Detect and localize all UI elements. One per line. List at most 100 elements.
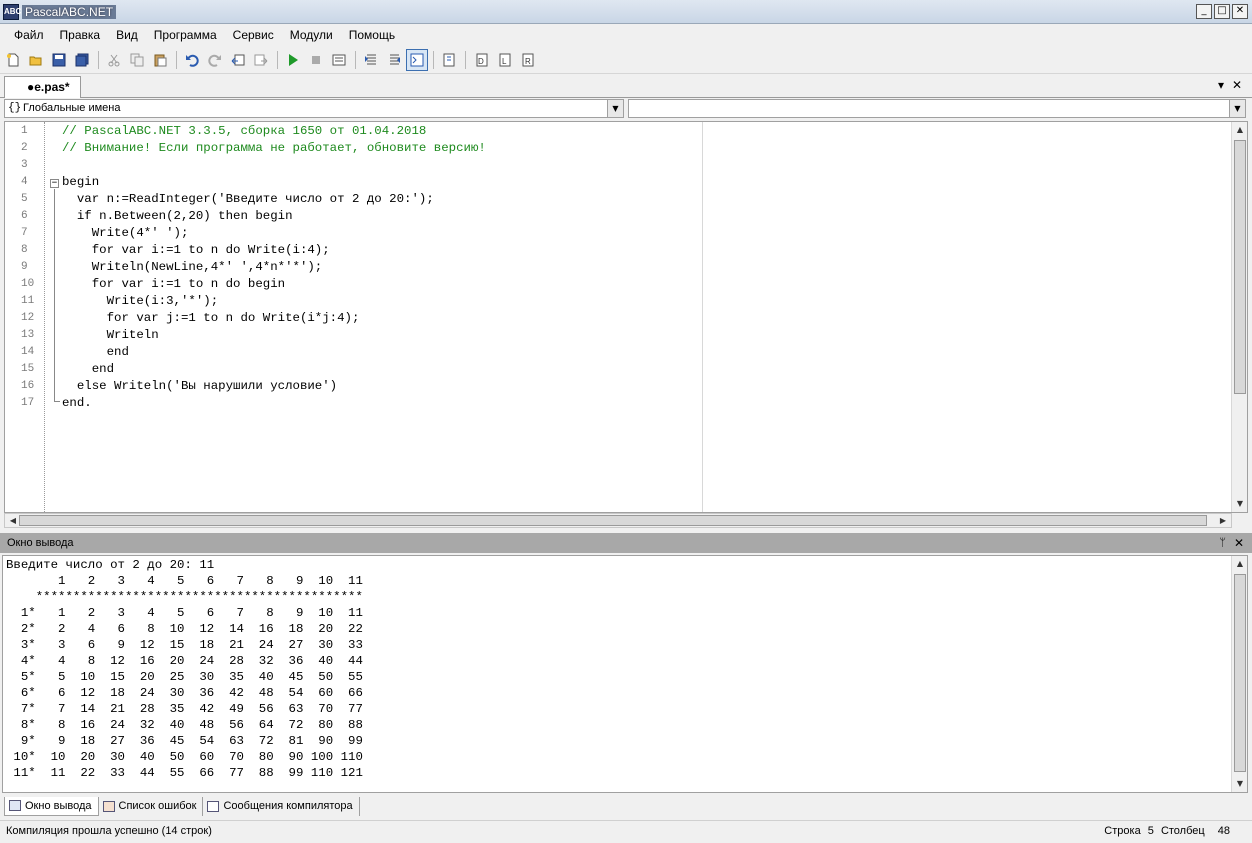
status-message: Компиляция прошла успешно (14 строк) <box>6 825 212 837</box>
cursor-position: Строка 5 Столбец 48 <box>1100 821 1230 842</box>
braces-icon: {} <box>8 102 22 114</box>
output-line: 2* 2 4 6 8 10 12 14 16 18 20 22 <box>6 622 363 636</box>
close-tab-icon[interactable]: ✕ <box>1232 78 1242 92</box>
line-number: 13 <box>21 329 35 341</box>
menu-service[interactable]: Сервис <box>225 24 282 46</box>
open-file-button[interactable] <box>25 49 47 71</box>
copy-icon <box>130 53 144 66</box>
debug-icon <box>443 53 455 66</box>
scroll-thumb[interactable] <box>1234 140 1246 394</box>
run-button[interactable] <box>282 49 304 71</box>
tab-list-dropdown-icon[interactable]: ▾ <box>1218 78 1224 92</box>
output-line: ****************************************… <box>6 590 363 604</box>
scope-select[interactable]: {} Глобальные имена ▼ <box>4 99 624 118</box>
save-button[interactable] <box>48 49 70 71</box>
form-designer-icon: D <box>476 53 488 66</box>
play-icon <box>289 53 298 66</box>
tab-e-pas[interactable]: ●e.pas* <box>4 76 81 98</box>
scroll-up-icon[interactable]: ▲ <box>1232 556 1247 572</box>
menu-file[interactable]: Файл <box>6 24 52 46</box>
stop-button[interactable] <box>305 49 327 71</box>
new-file-button[interactable] <box>2 49 24 71</box>
editor-vertical-scrollbar[interactable]: ▲ ▼ <box>1231 122 1247 512</box>
menu-help[interactable]: Помощь <box>341 24 403 46</box>
scroll-down-icon[interactable]: ▼ <box>1232 776 1247 792</box>
tab-label: Окно вывода <box>25 799 92 812</box>
line-number: 1 <box>21 125 28 137</box>
redo-button[interactable] <box>204 49 226 71</box>
code-line: Write(i:3,'*'); <box>62 294 219 308</box>
undo-button[interactable] <box>181 49 203 71</box>
open-folder-icon <box>29 56 42 65</box>
fold-toggle-icon[interactable]: − <box>50 179 59 188</box>
code-line: if n.Between(2,20) then begin <box>62 209 293 223</box>
cut-button[interactable] <box>103 49 125 71</box>
step-into-button[interactable] <box>360 49 382 71</box>
code-line: begin <box>62 175 100 189</box>
output-panel-header: Окно вывода ᛘ ✕ <box>0 533 1252 553</box>
copy-button[interactable] <box>126 49 148 71</box>
svg-text:R: R <box>525 57 531 66</box>
scroll-up-icon[interactable]: ▲ <box>1232 122 1247 138</box>
navigate-forward-icon <box>254 54 268 65</box>
output-line: 9* 9 18 27 36 45 54 63 72 81 90 99 <box>6 734 363 748</box>
line-number: 6 <box>21 210 28 222</box>
fold-line <box>54 189 55 401</box>
debug-button[interactable] <box>438 49 460 71</box>
output-vertical-scrollbar[interactable]: ▲ ▼ <box>1231 556 1247 792</box>
chevron-down-icon[interactable]: ▼ <box>1229 100 1245 117</box>
navigate-forward-button[interactable] <box>250 49 272 71</box>
column-value: 48 <box>1217 825 1230 837</box>
minimize-button[interactable]: _ <box>1196 4 1212 19</box>
line-number: 9 <box>21 261 28 273</box>
app-icon[interactable]: ABC <box>3 4 21 20</box>
code-line: Writeln(NewLine,4*' ',4*n*'*'); <box>62 260 323 274</box>
menu-program[interactable]: Программа <box>146 24 225 46</box>
menu-edit[interactable]: Правка <box>52 24 109 46</box>
navigate-back-button[interactable] <box>227 49 249 71</box>
line-number: 11 <box>21 295 35 307</box>
redo-icon <box>208 54 221 67</box>
toolbar: D L R <box>0 46 1252 74</box>
tab-error-list[interactable]: Список ошибок <box>99 796 204 816</box>
member-select[interactable]: ▼ <box>628 99 1246 118</box>
maximize-button[interactable]: □ <box>1214 4 1230 19</box>
scroll-thumb[interactable] <box>1234 574 1246 772</box>
document-tab-strip: ●e.pas* ▾ ✕ <box>0 74 1252 98</box>
editor-horizontal-scrollbar[interactable]: ◀ ▶ <box>4 513 1232 528</box>
code-editor[interactable]: 1 2 3 4 5 6 7 8 9 10 11 12 13 14 15 16 1… <box>4 121 1248 513</box>
close-icon[interactable]: ✕ <box>1234 533 1244 553</box>
compile-button[interactable] <box>328 49 350 71</box>
save-all-button[interactable] <box>71 49 93 71</box>
paste-icon <box>154 54 167 66</box>
menu-modules[interactable]: Модули <box>282 24 341 46</box>
scroll-right-icon[interactable]: ▶ <box>1215 513 1231 529</box>
chevron-down-icon[interactable]: ▼ <box>607 100 623 117</box>
template-button[interactable]: L <box>493 49 515 71</box>
reference-button[interactable]: R <box>516 49 538 71</box>
pin-icon[interactable]: ᛘ <box>1219 533 1226 553</box>
scroll-thumb[interactable] <box>19 515 1207 526</box>
paste-button[interactable] <box>149 49 171 71</box>
output-line: Введите число от 2 до 20: 11 <box>6 558 215 572</box>
code-line: // PascalABC.NET 3.3.5, сборка 1650 от 0… <box>62 124 427 138</box>
output-line: 7* 7 14 21 28 35 42 49 56 63 70 77 <box>6 702 363 716</box>
status-bar: Компиляция прошла успешно (14 строк) Стр… <box>0 820 1252 843</box>
line-number: 5 <box>21 193 28 205</box>
toolbar-separator <box>465 50 466 69</box>
output-text-area[interactable]: Введите число от 2 до 20: 11 1 2 3 4 5 6… <box>2 555 1248 793</box>
scroll-down-icon[interactable]: ▼ <box>1232 496 1247 512</box>
step-over-button[interactable] <box>383 49 405 71</box>
line-number: 12 <box>21 312 35 324</box>
close-window-button[interactable]: ✕ <box>1232 4 1248 19</box>
toolbar-separator <box>98 50 99 69</box>
step-over-icon <box>390 54 400 64</box>
line-number: 3 <box>21 159 28 171</box>
form-designer-button[interactable]: D <box>470 49 492 71</box>
tab-output-window[interactable]: Окно вывода <box>4 796 99 816</box>
column-label: Столбец <box>1160 825 1205 837</box>
menu-view[interactable]: Вид <box>108 24 146 46</box>
tab-compiler-messages[interactable]: Сообщения компилятора <box>203 796 360 816</box>
output-window-toggle-button[interactable] <box>406 48 428 71</box>
code-line: else Writeln('Вы нарушили условие') <box>62 379 338 393</box>
